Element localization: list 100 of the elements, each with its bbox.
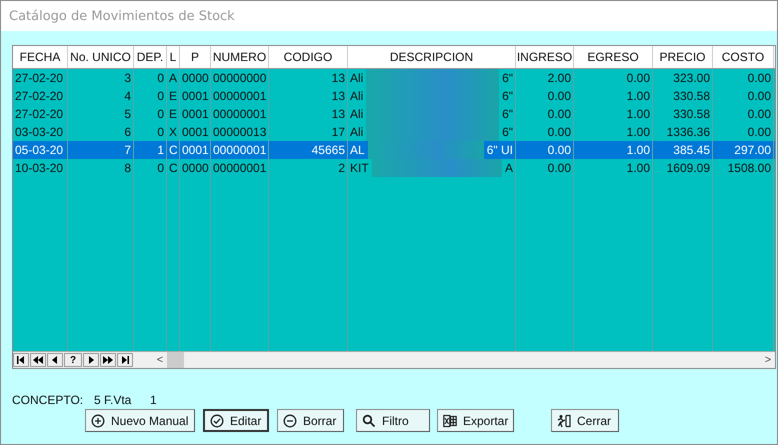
table-cell: 45665 [269,141,348,159]
delete-button[interactable]: Borrar [277,409,344,432]
scroll-right-button[interactable]: > [761,354,775,366]
close-button[interactable]: Cerrar [551,409,619,432]
table-cell: 330.58 [653,105,713,123]
table-cell-text: Ali [350,70,364,87]
export-button[interactable]: Exportar [437,409,514,432]
scrollbar-thumb[interactable] [167,352,184,368]
edit-button[interactable]: Editar [203,409,269,432]
table-cell: 13 [269,69,348,87]
filter-button[interactable]: Filtro [356,409,430,432]
table-cell: 0 [134,159,167,177]
column-header[interactable]: DESCRIPCION [348,46,516,68]
column-header[interactable]: L [167,46,180,68]
table-cell: 00000001 [211,87,269,105]
running-figure-icon [557,414,571,428]
table-cell: 2.00 [516,69,574,87]
column-header[interactable]: P [180,46,211,68]
table-cell: 4 [68,87,134,105]
new-button[interactable]: Nuevo Manual [85,409,195,432]
table-cell-text: 6" [502,106,513,123]
navigator-button[interactable] [83,353,99,367]
navigator-button[interactable]: ? [64,353,82,367]
table-cell: 00000001 [211,159,269,177]
column-header[interactable]: No. UNICO [68,46,134,68]
table-cell: 0.00 [713,87,774,105]
table-cell-text: AL [350,142,365,159]
column-header[interactable]: CODIGO [269,46,348,68]
table-cell: C [167,159,180,177]
table-cell: 27-02-20 [13,105,68,123]
table-cell: 0001 [180,105,211,123]
concepto-label: CONCEPTO: [12,393,84,407]
column-header[interactable]: NUMERO [211,46,269,68]
table-cell: 1.00 [574,105,653,123]
navigator-button[interactable] [30,353,46,367]
table-cell: 5 [68,105,134,123]
table-cell: C [167,141,180,159]
table-cell: 10-03-20 [13,159,68,177]
table-cell: 1.00 [574,141,653,159]
window-title: Catálogo de Movimientos de Stock [9,8,235,24]
table-cell: 27-02-20 [13,87,68,105]
column-header[interactable]: FECHA [13,46,68,68]
table-cell-text: 6" [502,88,513,105]
concepto-value: 5 F.Vta [94,393,132,407]
table-cell: 2 [269,159,348,177]
nav-prior-icon [50,356,60,364]
table-cell: E [167,87,180,105]
table-cell: 0.00 [516,105,574,123]
column-header[interactable]: COSTO [713,46,774,68]
navigator-button[interactable] [100,353,116,367]
column-header[interactable]: EGRESO [574,46,653,68]
table-cell: 1.00 [574,159,653,177]
table-row[interactable]: 10-03-20 8 0 C 0000 00000001 2 KIT A 0.00 1.00 1609.09 1508.00 [13,159,775,177]
table-cell-text: KIT [350,160,369,177]
table-cell-text: Ali [350,88,364,105]
table-cell: 8 [68,159,134,177]
nav-last-icon [120,356,130,364]
table-row[interactable]: 05-03-20 7 1 C 0001 00000001 45665 AL 6" UI 0.00 1.00 385.45 297.00 [13,141,775,159]
search-icon [362,414,376,428]
table-cell: 3 [68,69,134,87]
table-cell: 1.00 [574,87,653,105]
table-cell: 13 [269,105,348,123]
concepto-number: 1 [150,393,157,407]
navigator-button[interactable] [117,353,133,367]
table-cell-text: A [504,160,513,177]
minus-circle-icon [283,414,297,428]
table-cell: 7 [68,141,134,159]
table-row[interactable]: 27-02-20 5 0 E 0001 00000001 13 Ali 6" 0.00 1.00 330.58 0.00 [13,105,775,123]
scroll-left-button[interactable]: < [153,354,167,366]
table-cell: 0.00 [574,69,653,87]
table-cell: 0001 [180,141,211,159]
table-cell: 0001 [180,87,211,105]
table-cell: 0.00 [516,141,574,159]
table-cell: 323.00 [653,69,713,87]
table-cell: 00000000 [211,69,269,87]
navigator-button[interactable] [47,353,63,367]
column-header[interactable]: INGRESO [516,46,574,68]
table-cell: A [167,69,180,87]
column-header[interactable]: PRECIO [653,46,713,68]
table-cell-text: Ali [350,106,364,123]
table-cell: 0000 [180,159,211,177]
table-cell: 1 [134,141,167,159]
table-row[interactable]: 27-02-20 3 0 A 0000 00000000 13 Ali 6" 2.00 0.00 323.00 0.00 [13,69,775,87]
table-cell: 0.00 [516,87,574,105]
table-cell: E [167,105,180,123]
table-cell: 00000001 [211,105,269,123]
table-cell-text: 6" UI [486,142,513,159]
spreadsheet-icon [443,414,457,428]
table-cell: 0.00 [713,105,774,123]
table-cell-text: 6" [502,70,513,87]
navigator-button[interactable] [13,353,29,367]
table-cell: 1508.00 [713,159,774,177]
column-header[interactable]: DEP. [134,46,167,68]
nav-prior-page-icon [33,356,43,364]
check-circle-icon [210,414,224,428]
table-row[interactable]: 27-02-20 4 0 E 0001 00000001 13 Ali 6" 0.00 1.00 330.58 0.00 [13,87,775,105]
table-cell: 297.00 [713,141,774,159]
table-cell: 0.00 [516,159,574,177]
table-cell: 13 [269,87,348,105]
nav-next-icon [86,356,96,364]
